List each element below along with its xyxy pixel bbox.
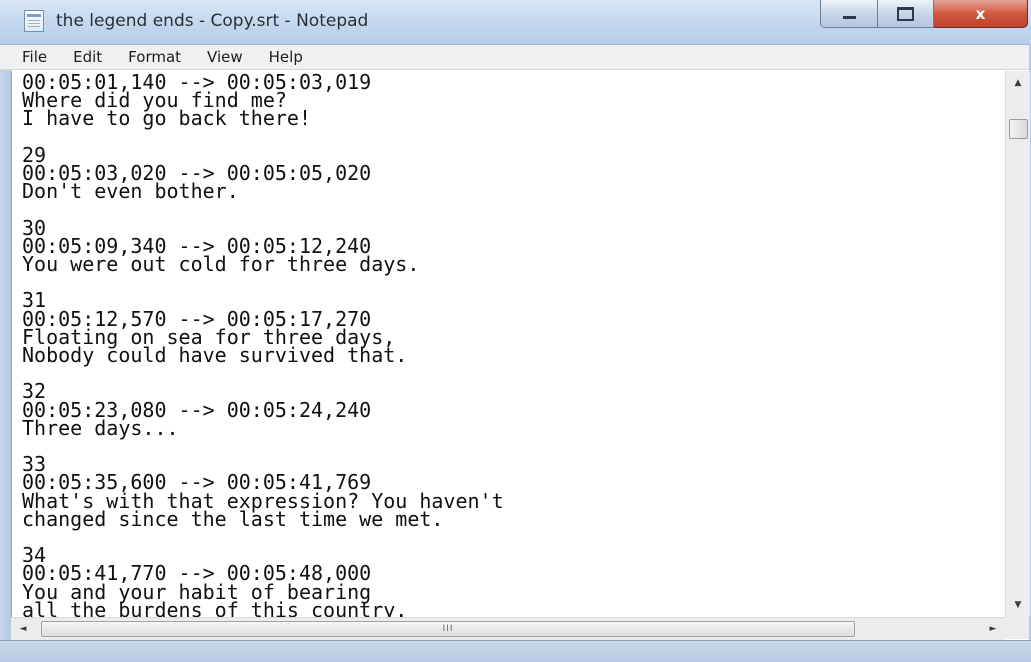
caption-buttons: x [820,0,1028,30]
vertical-scroll-thumb[interactable] [1009,119,1028,139]
text-editor-area[interactable]: 00:05:01,140 --> 00:05:03,019 Where did y… [11,71,1006,617]
size-grip[interactable] [1005,617,1029,639]
close-icon: x [975,4,986,23]
close-button[interactable]: x [934,0,1028,28]
menu-help[interactable]: Help [256,48,316,66]
window-title: the legend ends - Copy.srt - Notepad [56,11,369,31]
menu-view[interactable]: View [194,48,256,66]
maximize-button[interactable] [878,0,934,28]
menu-bar: File Edit Format View Help [0,45,1031,70]
minimize-icon [842,16,856,19]
title-bar[interactable]: the legend ends - Copy.srt - Notepad x [0,0,1031,45]
notepad-window: the legend ends - Copy.srt - Notepad x F… [0,0,1031,662]
scroll-up-arrow-icon[interactable]: ▲ [1006,71,1030,95]
menu-format[interactable]: Format [115,48,194,66]
scroll-down-arrow-icon[interactable]: ▼ [1006,593,1030,617]
editor-line: I have to go back there! [22,106,311,131]
maximize-icon [897,6,914,21]
notepad-icon[interactable] [24,10,44,32]
editor-line: all the burdens of this country. [22,597,408,617]
editor-line: Nobody could have survived that. [22,343,408,368]
scroll-left-arrow-icon[interactable]: ◄ [11,618,35,640]
horizontal-scrollbar[interactable]: ◄ III ► [11,617,1005,640]
menu-edit[interactable]: Edit [60,48,115,66]
window-frame-bottom [0,640,1031,662]
minimize-button[interactable] [820,0,878,28]
window-frame-left [0,70,11,640]
vertical-scrollbar[interactable]: ▲ ▼ [1005,71,1030,617]
scroll-right-arrow-icon[interactable]: ► [981,618,1005,640]
menu-file[interactable]: File [0,48,60,66]
editor-line: changed since the last time we met. [22,506,444,531]
editor-line: You were out cold for three days. [22,252,420,277]
scroll-grip-icon: III [442,624,454,634]
editor-text[interactable]: 00:05:01,140 --> 00:05:03,019 Where did y… [22,72,504,617]
horizontal-scroll-thumb[interactable]: III [41,621,855,637]
